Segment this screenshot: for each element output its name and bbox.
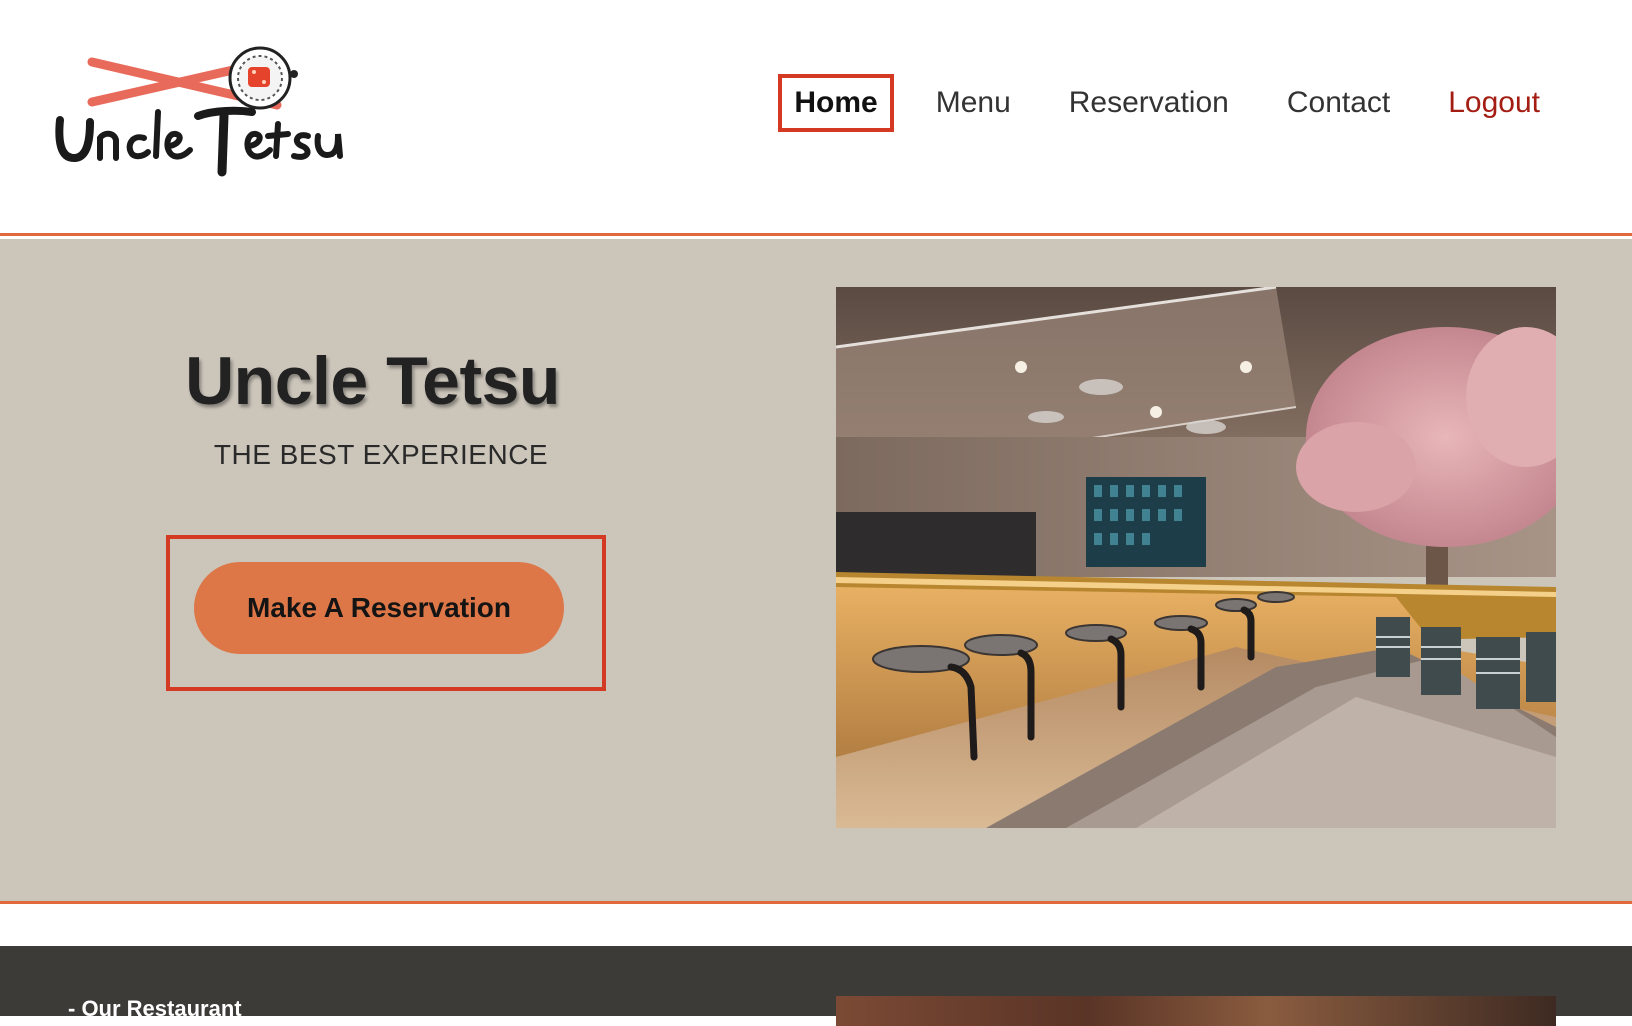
- restaurant-photo: [836, 996, 1556, 1026]
- nav-home-link[interactable]: Home: [778, 74, 894, 132]
- nav-logout-link[interactable]: Logout: [1432, 74, 1556, 132]
- hero-section: Uncle Tetsu THE BEST EXPERIENCE Make A R…: [0, 239, 1632, 904]
- uncle-tetsu-logo-icon: [55, 46, 343, 177]
- nav-menu-link[interactable]: Menu: [920, 74, 1027, 132]
- nav-reservation-link[interactable]: Reservation: [1053, 74, 1245, 132]
- hero-subtitle: THE BEST EXPERIENCE: [213, 439, 549, 470]
- make-reservation-button[interactable]: Make A Reservation: [194, 562, 564, 654]
- our-restaurant-section: - Our Restaurant: [0, 946, 1632, 1026]
- nav-contact-link[interactable]: Contact: [1271, 74, 1406, 132]
- section-label: - Our Restaurant: [68, 996, 242, 1021]
- restaurant-interior-illustration: [836, 287, 1556, 828]
- hero-title: Uncle Tetsu: [185, 343, 560, 419]
- main-nav: Home Menu Reservation Contact Logout: [778, 74, 1556, 132]
- site-header: Home Menu Reservation Contact Logout: [0, 0, 1632, 236]
- brand-logo[interactable]: [52, 40, 362, 190]
- restaurant-interior-image: [836, 287, 1556, 828]
